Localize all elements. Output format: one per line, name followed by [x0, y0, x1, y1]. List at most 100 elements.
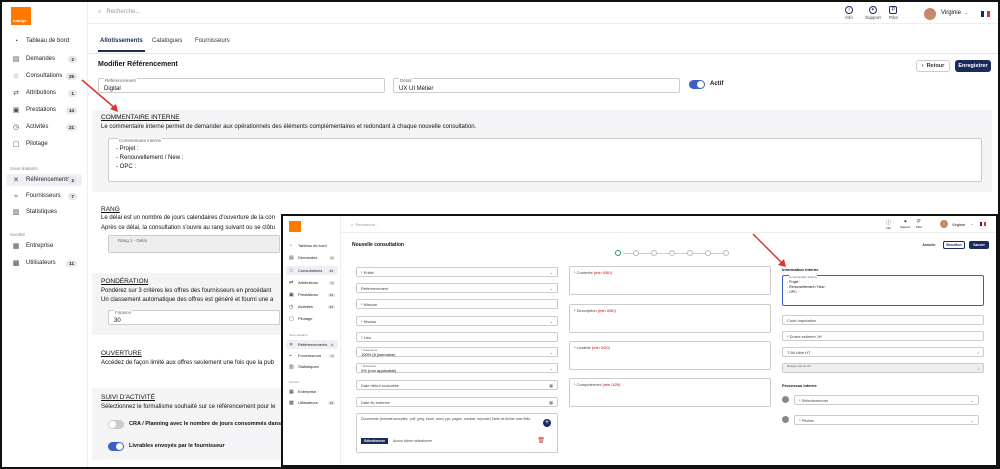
pilot-icon: P [889, 6, 898, 14]
sidebar-item-pilotage[interactable]: ▢ Pilotage [6, 138, 82, 150]
sidebar-item-pilotage[interactable]: ▢ Pilotage [286, 314, 338, 323]
support-button[interactable]: ✦ Support [865, 6, 881, 20]
overlay-save-button[interactable]: Sauver [969, 241, 989, 249]
sidebar-item-tableaudebord[interactable]: ◔ Tableau de bord [286, 241, 338, 250]
french-flag-icon[interactable] [980, 222, 986, 226]
stepper-icon: ↕ [977, 366, 979, 371]
sidebar-item-attributions[interactable]: ⇄ Attributions 1 [286, 278, 338, 287]
sidebar-item-rfrencements[interactable]: ✕ Référencements 2 [286, 340, 338, 349]
level-select[interactable]: * Niveau ⌄ [356, 316, 558, 326]
rank-delay-field[interactable]: Rang 1 - Délai [108, 235, 280, 253]
pilot-button[interactable]: P Pilot [889, 6, 898, 20]
comment-textarea[interactable]: Commentaire interne - Projet : - Renouve… [108, 138, 982, 182]
documents-description: Documents (formats acceptés : pdf, jpeg,… [361, 417, 531, 421]
sidebar-item-consultations[interactable]: ☆ Consultations 25 [286, 266, 338, 275]
sidebar-item-label: Statistiques [26, 209, 58, 215]
selectors-select[interactable]: * Sélectionneurs ⌄ [794, 395, 979, 405]
internal-comment-textarea[interactable]: Commentaire interne - Projet : - Renouve… [782, 275, 984, 306]
sidebar-item-rfrencements[interactable]: ✕ Référencements 2 [6, 174, 82, 186]
context-textarea[interactable]: * Contexte (min 0/50) [569, 266, 771, 295]
sidebar-item-statistiques[interactable]: ▥ Statistiques [6, 206, 82, 218]
description-textarea[interactable]: * Description (min 0/50) [569, 304, 771, 333]
sidebar-item-fournisseurs[interactable]: ⌁ Fournisseurs 7 [286, 351, 338, 360]
target-rate-field[interactable]: TJM cible HT ↕ [782, 347, 984, 357]
sidebar-item-entreprise[interactable]: ▦ Entreprise [286, 387, 338, 396]
info-button[interactable]: i Info [845, 6, 853, 20]
stepper-step[interactable] [633, 250, 639, 256]
open-title: OUVERTURE [101, 350, 142, 357]
sidebar-item-utilisateurs[interactable]: ▩ Utilisateurs 11 [6, 257, 82, 269]
sidebar-item-attributions[interactable]: ⇄ Attributions 1 [6, 87, 82, 99]
overlay-pilot-button[interactable]: P Pilot [916, 219, 922, 229]
sidebar-section-company: Société [10, 232, 26, 237]
sidebar-item-demandes[interactable]: ▤ Demandes 2 [286, 253, 338, 262]
trash-icon[interactable]: 🗑 [537, 437, 545, 444]
requests-icon: ▤ [12, 56, 20, 63]
sidebar-item-statistiques[interactable]: ▥ Statistiques [286, 362, 338, 371]
sidebar-item-fournisseurs[interactable]: ⌁ Fournisseurs 7 [6, 190, 82, 202]
sidebar-item-demandes[interactable]: ▤ Demandes 2 [6, 53, 82, 65]
sidebar-item-activits[interactable]: ◷ Activités 21 [286, 302, 338, 311]
sidebar-item-consultations[interactable]: ☆ Consultations 25 [6, 70, 82, 82]
overlay-avatar[interactable] [940, 220, 948, 228]
sidebar-item-tableaudebord[interactable]: ◔ Tableau de bord [6, 35, 82, 47]
save-button[interactable]: Enregistrer [955, 60, 991, 72]
back-label: Retour [926, 63, 945, 69]
entity-select[interactable]: * Entité ⌄ [356, 267, 558, 277]
stepper-step[interactable] [615, 250, 621, 256]
overlay-search-input[interactable]: ⌕ Recherche... [351, 222, 378, 227]
draft-button[interactable]: Brouillon [943, 241, 965, 249]
deliverables-toggle[interactable] [108, 442, 124, 451]
start-date-field[interactable]: Date début souhaitée ▦ [356, 380, 558, 390]
sidebar-item-prestations[interactable]: ▣ Prestations 14 [6, 104, 82, 116]
stepper-step[interactable] [651, 250, 657, 256]
overlay-user-name[interactable]: Virginie [952, 222, 965, 227]
stepper-step[interactable] [723, 250, 729, 256]
tab-allotissements[interactable]: Allotissements [98, 38, 145, 52]
overlay-support-button[interactable]: ✦ Support [900, 219, 911, 229]
frequency-select[interactable]: * Fréquence 100% (5 j/semaine) ⌄ [356, 347, 558, 357]
avatar[interactable] [924, 8, 936, 20]
sidebar-item-prestations[interactable]: ▣ Prestations 14 [286, 290, 338, 299]
stepper-step[interactable] [669, 250, 675, 256]
stepper-step[interactable] [687, 250, 693, 256]
select-file-button[interactable]: Sélectionner [361, 438, 389, 444]
imputation-code-field[interactable]: Code imputation [782, 315, 984, 325]
duration-field[interactable]: * Durée estimée JH [782, 331, 984, 341]
add-document-icon[interactable]: + [543, 419, 551, 427]
active-toggle[interactable] [689, 80, 705, 89]
detail-field[interactable]: Détail UX UI Métier [393, 78, 680, 93]
overlay-info-button[interactable]: ⓘ Info [886, 219, 891, 230]
budget-field: Budget estimé HT ↕ [782, 363, 984, 373]
tab-catalogues[interactable]: Catalogues [152, 38, 182, 44]
cancel-button[interactable]: Annuler [919, 241, 939, 249]
sidebar-item-activits[interactable]: ◷ Activités 21 [6, 121, 82, 133]
overlay-orange-logo[interactable] [289, 221, 301, 232]
stepper-step[interactable] [705, 250, 711, 256]
activities-icon: ◷ [289, 303, 294, 310]
search-input[interactable]: ⌕ Recherche... [98, 9, 140, 16]
referencement-select[interactable]: Référencement ⌄ [356, 283, 558, 293]
tab-fournisseurs[interactable]: Fournisseurs [195, 38, 230, 44]
orange-logo[interactable]: orange [11, 7, 31, 25]
remote-select[interactable]: * Distanciel 0% (non applicable) ⌄ [356, 363, 558, 373]
overlay-search-placeholder: Recherche... [355, 222, 379, 227]
location-field[interactable]: * Lieu [356, 332, 558, 342]
pilots-select[interactable]: * Pilotes ⌄ [794, 415, 979, 425]
mission-field[interactable]: * Mission [356, 299, 558, 309]
cra-toggle[interactable] [108, 420, 124, 429]
end-date-field[interactable]: Date fin estimée ▦ [356, 397, 558, 407]
chevron-down-icon[interactable]: ⌄ [964, 10, 968, 16]
sidebar-item-utilisateurs[interactable]: ▩ Utilisateurs 11 [286, 398, 338, 407]
chevron-down-icon[interactable]: ⌄ [970, 221, 973, 226]
referencement-field[interactable]: Référencement Digital [98, 78, 385, 93]
finance-field[interactable]: Finance 30 [108, 310, 280, 325]
services-icon: ▣ [12, 107, 20, 114]
deliverable-textarea[interactable]: * Livrable (min 0/20) [569, 341, 771, 370]
back-button[interactable]: ‹ Retour [916, 60, 950, 72]
user-name[interactable]: Virginie [941, 10, 961, 16]
weight-description-1: Pondérez sur 3 critères les offres des f… [101, 288, 272, 294]
sidebar-item-entreprise[interactable]: ▦ Entreprise [6, 240, 82, 252]
french-flag-icon[interactable] [981, 11, 990, 17]
skills-textarea[interactable]: * Compétences (min 0/20) [569, 378, 771, 407]
